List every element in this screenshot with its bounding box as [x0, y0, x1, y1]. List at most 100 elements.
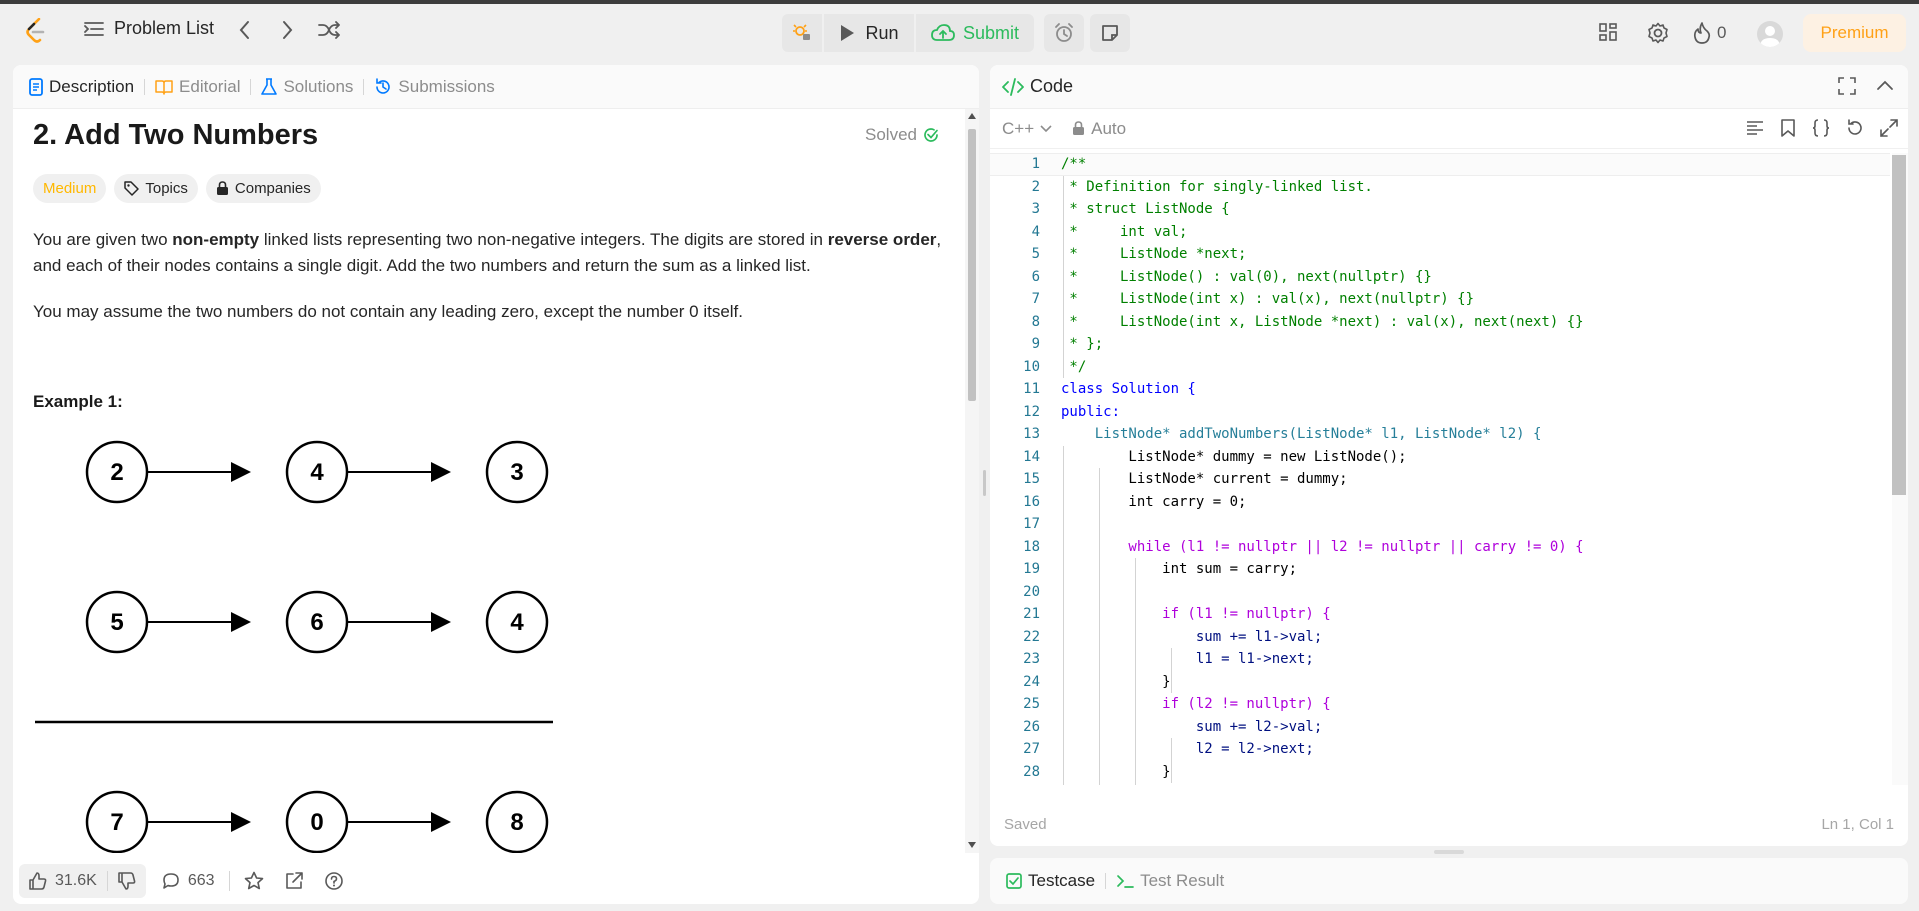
description-panel: Description Editorial Solutions Submissi…	[13, 65, 979, 904]
line-number: 27	[1023, 741, 1040, 758]
chevron-down-icon	[1040, 124, 1052, 133]
chevron-up-icon[interactable]	[1876, 77, 1894, 95]
companies-button[interactable]: Companies	[205, 174, 321, 203]
scroll-up-icon[interactable]	[968, 113, 976, 119]
tab-divider	[144, 78, 146, 95]
editor-scroll-thumb[interactable]	[1892, 155, 1906, 495]
left-tab-bar: Description Editorial Solutions Submissi…	[13, 65, 979, 109]
node-value: 4	[310, 459, 324, 486]
auto-mode-toggle[interactable]: Auto	[1072, 119, 1126, 139]
submit-label: Submit	[962, 22, 1020, 43]
tab-testcase-label: Testcase	[1028, 871, 1096, 890]
code-line: 10 */	[990, 356, 1890, 379]
line-number: 8	[1031, 313, 1040, 330]
streak-counter[interactable]: 0	[1693, 22, 1726, 44]
help-icon[interactable]	[324, 871, 344, 891]
line-number: 21	[1023, 606, 1040, 623]
code-text: * ListNode *next;	[1061, 246, 1247, 263]
star-icon[interactable]	[244, 871, 264, 891]
run-label: Run	[865, 22, 899, 43]
tab-solutions[interactable]: Solutions	[261, 77, 353, 97]
notes-button[interactable]	[1090, 14, 1130, 52]
companies-label: Companies	[234, 180, 311, 197]
history-icon	[374, 77, 392, 96]
lock-icon	[216, 181, 229, 196]
code-text: * struct ListNode {	[1061, 201, 1230, 218]
layout-icon[interactable]	[1598, 22, 1618, 42]
debug-button[interactable]	[782, 14, 822, 52]
document-icon	[29, 77, 43, 96]
language-select[interactable]: C++	[1002, 119, 1052, 139]
tab-description[interactable]: Description	[29, 77, 134, 97]
braces-icon[interactable]	[1812, 119, 1830, 137]
tab-submissions[interactable]: Submissions	[374, 77, 495, 97]
like-button[interactable]: 31.6K	[19, 872, 107, 890]
line-number: 4	[1031, 223, 1040, 240]
code-editor[interactable]: 1 /** 2 * Definition for singly-linked li…	[990, 153, 1908, 785]
line-number: 3	[1031, 201, 1040, 218]
problem-paragraph-1: You are given two non-empty linked lists…	[33, 227, 943, 279]
chevron-right-icon[interactable]	[280, 20, 294, 40]
line-number: 11	[1023, 381, 1040, 398]
expand-icon[interactable]	[1880, 119, 1898, 137]
chevron-left-icon[interactable]	[238, 20, 252, 40]
code-line: 22 sum += l1->val;	[990, 626, 1890, 649]
editor-tools	[1746, 119, 1898, 137]
node-value: 0	[310, 809, 323, 836]
shuffle-icon[interactable]	[318, 20, 340, 40]
auto-mode-label: Auto	[1091, 118, 1127, 138]
code-line: 15 ListNode* current = dummy;	[990, 468, 1890, 491]
share-icon[interactable]	[284, 871, 304, 891]
leetcode-logo[interactable]	[26, 18, 46, 44]
code-line: 1 /**	[990, 153, 1890, 176]
scroll-down-icon[interactable]	[968, 842, 976, 848]
problem-list-button[interactable]: Problem List	[84, 18, 214, 39]
line-number: 26	[1023, 718, 1040, 735]
code-text: class Solution {	[1061, 381, 1196, 398]
line-number: 25	[1023, 696, 1040, 713]
code-text: }	[1061, 673, 1171, 690]
panel-resize-handle[interactable]	[983, 470, 986, 496]
tab-testcase[interactable]: Testcase	[1006, 871, 1095, 891]
format-icon[interactable]	[1746, 119, 1764, 137]
bookmark-icon[interactable]	[1780, 119, 1796, 137]
code-text: sum += l1->val;	[1061, 628, 1323, 645]
code-line: 8 * ListNode(int x, ListNode *next) : va…	[990, 311, 1890, 334]
code-toolbar: C++ Auto	[990, 109, 1908, 149]
code-line: 21 if (l1 != nullptr) {	[990, 603, 1890, 626]
code-panel-header: Code	[990, 65, 1908, 109]
code-line: 6 * ListNode() : val(0), next(nullptr) {…	[990, 266, 1890, 289]
tab-test-result[interactable]: Test Result	[1116, 871, 1224, 891]
example-heading: Example 1:	[33, 392, 123, 411]
code-text: * Definition for singly-linked list.	[1061, 178, 1373, 195]
code-text: int sum = carry;	[1061, 561, 1298, 578]
comment-count: 663	[187, 872, 215, 889]
dislike-button[interactable]	[108, 872, 146, 890]
scroll-thumb[interactable]	[968, 129, 976, 401]
line-number: 9	[1031, 336, 1040, 353]
premium-button[interactable]: Premium	[1803, 14, 1906, 52]
vertical-resize-handle[interactable]	[1434, 850, 1464, 854]
run-button[interactable]: Run	[824, 14, 914, 52]
topics-button[interactable]: Topics	[114, 174, 198, 203]
description-footer: 31.6K 663	[13, 858, 979, 904]
terminal-icon	[1116, 873, 1134, 889]
code-tab[interactable]: Code	[1002, 76, 1073, 97]
gear-icon[interactable]	[1647, 22, 1669, 44]
avatar[interactable]	[1757, 21, 1783, 47]
editor-scrollbar[interactable]	[1892, 153, 1908, 785]
window-top-strip	[0, 0, 1919, 4]
reset-icon[interactable]	[1846, 119, 1864, 137]
submit-button[interactable]: Submit	[916, 14, 1034, 52]
description-scrollbar[interactable]	[965, 109, 979, 853]
tab-divider	[250, 78, 252, 95]
timer-button[interactable]	[1044, 14, 1084, 52]
checkbox-icon	[1006, 873, 1022, 889]
tab-editorial[interactable]: Editorial	[155, 77, 240, 97]
comments-button[interactable]: 663	[162, 872, 215, 890]
code-line: 25 if (l2 != nullptr) {	[990, 693, 1890, 716]
code-header-actions	[1838, 77, 1894, 95]
code-line: 13 ListNode* addTwoNumbers(ListNode* l1,…	[990, 423, 1890, 446]
fullscreen-icon[interactable]	[1838, 77, 1856, 95]
linked-list-diagram: 2 4 3 5 6 4 7 0 8	[35, 440, 553, 853]
